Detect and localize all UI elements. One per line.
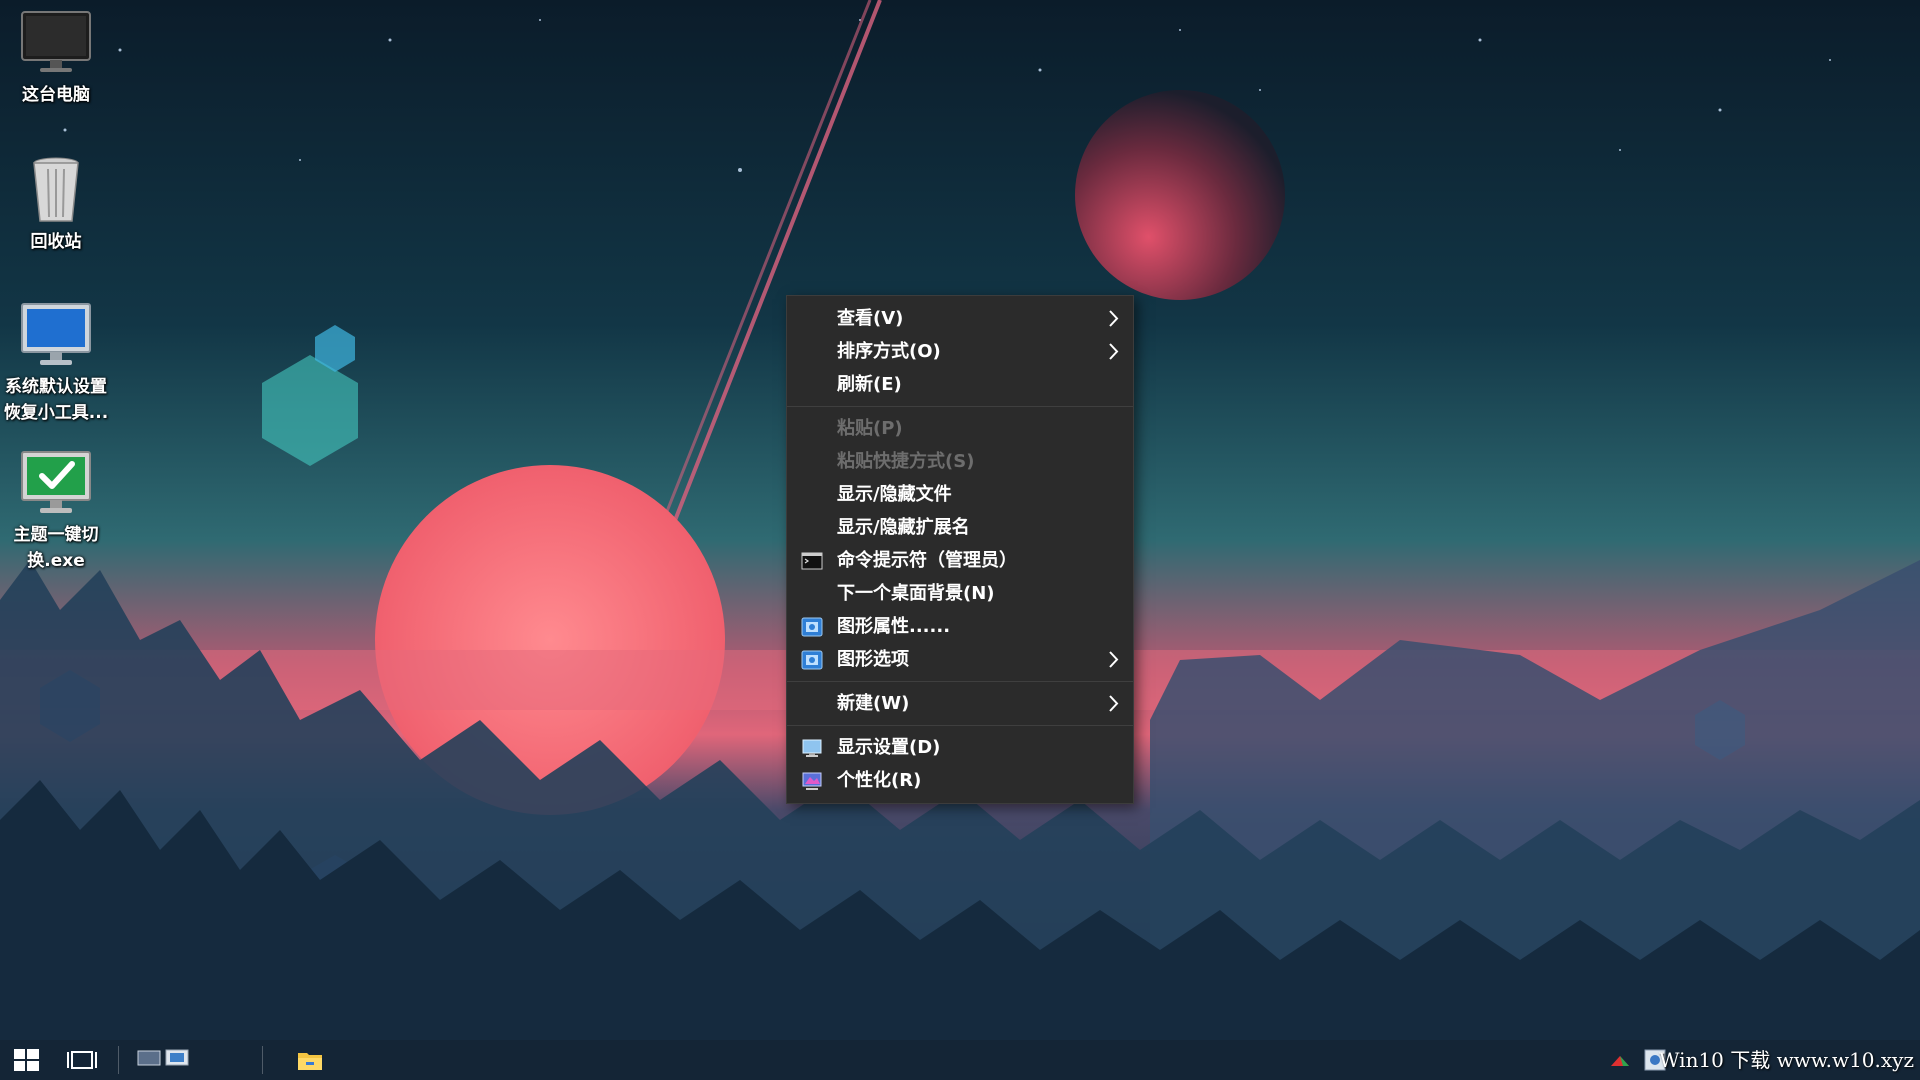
menu-item-toggle-extensions[interactable]: 显示/隐藏扩展名 xyxy=(787,511,1133,544)
checkmark-app-icon xyxy=(16,448,96,518)
menu-item-personalize[interactable]: 个性化(R) xyxy=(787,764,1133,797)
menu-item-view[interactable]: 查看(V) xyxy=(787,302,1133,335)
desktop-icon-label: 回收站 xyxy=(30,232,82,252)
recycle-bin-icon xyxy=(16,155,96,225)
desktop-icon-reset-tool[interactable]: 系统默认设置 恢复小工具... xyxy=(0,300,112,426)
menu-item-label: 图形属性...... xyxy=(837,616,951,637)
cmd-icon xyxy=(801,552,823,570)
menu-item-label: 命令提示符（管理员） xyxy=(837,550,1017,571)
watermark-text: Win10 下载 www.w10.xyz xyxy=(1658,1048,1914,1072)
computer-icon xyxy=(16,8,96,78)
menu-item-label: 显示/隐藏扩展名 xyxy=(837,517,970,538)
desktop-switch-icon xyxy=(137,1049,189,1066)
desktop-icon-this-pc[interactable]: 这台电脑 xyxy=(0,8,112,108)
taskbar: Win10 下载 www.w10.xyz xyxy=(0,1040,1920,1080)
menu-separator xyxy=(787,725,1133,726)
menu-item-label: 新建(W) xyxy=(837,693,910,714)
chevron-right-icon xyxy=(1109,695,1119,712)
menu-item-label: 下一个桌面背景(N) xyxy=(837,583,995,604)
chevron-right-icon xyxy=(1109,310,1119,327)
menu-item-label: 显示/隐藏文件 xyxy=(837,484,952,505)
task-view-button[interactable] xyxy=(60,1040,104,1080)
taskbar-separator xyxy=(262,1046,263,1074)
menu-item-label: 粘贴快捷方式(S) xyxy=(837,451,975,472)
menu-separator xyxy=(787,406,1133,407)
menu-item-label: 排序方式(O) xyxy=(837,341,941,362)
graphics-icon xyxy=(801,617,823,637)
menu-item-label: 查看(V) xyxy=(837,308,904,329)
display-icon xyxy=(802,739,822,757)
graphics-icon xyxy=(801,650,823,670)
taskbar-separator xyxy=(118,1046,119,1074)
menu-item-label: 粘贴(P) xyxy=(837,418,903,439)
menu-separator xyxy=(787,681,1133,682)
menu-item-toggle-hidden-files[interactable]: 显示/隐藏文件 xyxy=(787,478,1133,511)
menu-item-label: 图形选项 xyxy=(837,649,909,670)
desktop-icon-label: 系统默认设置 恢复小工具... xyxy=(3,377,109,423)
file-explorer-icon xyxy=(298,1053,322,1070)
menu-item-paste: 粘贴(P) xyxy=(787,412,1133,445)
chevron-right-icon xyxy=(1109,651,1119,668)
menu-item-display-settings[interactable]: 显示设置(D) xyxy=(787,731,1133,764)
task-view-icon xyxy=(67,1051,97,1069)
chevron-right-icon xyxy=(1109,343,1119,360)
desktop-icon-theme-switch[interactable]: 主题一键切 换.exe xyxy=(0,448,112,574)
desktop-icon-label: 这台电脑 xyxy=(22,85,90,105)
menu-item-graphics-properties[interactable]: 图形属性...... xyxy=(787,610,1133,643)
menu-item-label: 刷新(E) xyxy=(837,374,902,395)
desktop-icon-label: 主题一键切 换.exe xyxy=(13,525,99,571)
file-explorer-button[interactable] xyxy=(290,1040,330,1080)
start-icon xyxy=(14,1049,39,1071)
menu-item-graphics-options[interactable]: 图形选项 xyxy=(787,643,1133,676)
tray-up-arrow-button[interactable] xyxy=(1605,1040,1635,1080)
menu-item-paste-shortcut: 粘贴快捷方式(S) xyxy=(787,445,1133,478)
menu-item-command-prompt-admin[interactable]: 命令提示符（管理员） xyxy=(787,544,1133,577)
menu-item-sort-by[interactable]: 排序方式(O) xyxy=(787,335,1133,368)
menu-item-label: 显示设置(D) xyxy=(837,737,941,758)
start-button[interactable] xyxy=(0,1040,54,1080)
monitor-icon xyxy=(16,300,96,370)
desktop-context-menu: 查看(V) 排序方式(O) 刷新(E) 粘贴(P) 粘贴快捷方式(S) 显示/隐… xyxy=(786,295,1134,804)
desktop-switch-button[interactable] xyxy=(134,1040,194,1080)
desktop-icon-recycle-bin[interactable]: 回收站 xyxy=(0,155,112,255)
tray-arrow-icon xyxy=(1611,1056,1629,1066)
menu-item-next-background[interactable]: 下一个桌面背景(N) xyxy=(787,577,1133,610)
menu-item-refresh[interactable]: 刷新(E) xyxy=(787,368,1133,401)
menu-item-new[interactable]: 新建(W) xyxy=(787,687,1133,720)
personalize-icon xyxy=(802,772,822,790)
menu-item-label: 个性化(R) xyxy=(837,770,922,791)
